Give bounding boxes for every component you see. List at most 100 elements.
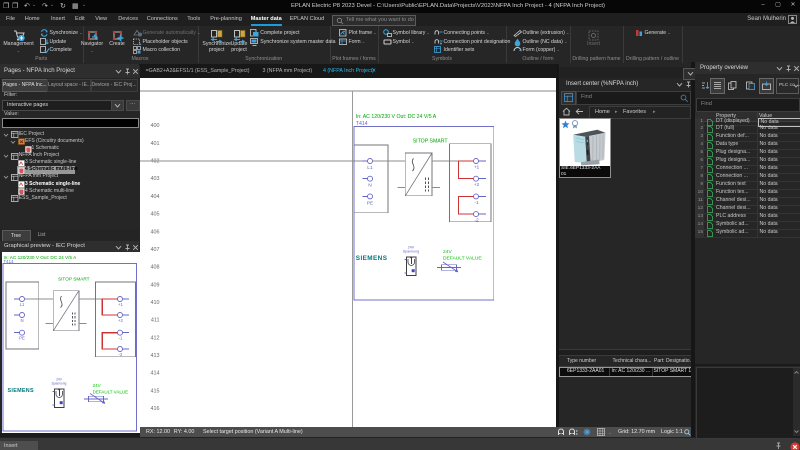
property-value-cell[interactable]: No data xyxy=(758,221,799,228)
grid-chevron-icon[interactable]: ⌄ xyxy=(608,429,612,437)
filter-dropdown[interactable]: Interactive pages xyxy=(2,100,124,111)
property-panel-pin-icon[interactable] xyxy=(785,65,792,72)
ribbon-button-management[interactable]: Management⌄ xyxy=(3,28,35,54)
quick-paste-icon[interactable]: ❐ xyxy=(12,1,18,12)
tree-item-1-schematic[interactable]: 1 Schematic xyxy=(0,145,139,152)
dismiss-error-icon[interactable] xyxy=(790,442,800,450)
pages-panel-chevron-down-icon[interactable] xyxy=(115,68,122,75)
quick-chev2[interactable]: ⌄ xyxy=(50,0,54,11)
ribbon-button-outline-extrusion-[interactable]: Outline (extrusion)⌄ xyxy=(513,29,570,37)
menu-item-connections[interactable]: Connections xyxy=(147,13,178,26)
quick-chev1[interactable]: ⌄ xyxy=(32,0,36,11)
ribbon-button-symbol[interactable]: Symbol⌄ xyxy=(383,38,415,46)
quick-undo-icon[interactable]: ↶ xyxy=(24,1,30,12)
pages-panel-pin-icon[interactable] xyxy=(124,68,131,75)
bottom-tab-list[interactable]: List xyxy=(30,230,54,241)
tree-item-4-schematic-multi-line[interactable]: 4 Schematic multi-line xyxy=(0,188,139,195)
preview-panel-pin-icon[interactable] xyxy=(124,244,131,251)
tree-expander-icon[interactable] xyxy=(10,139,16,145)
tab-close-icon[interactable]: ✕ xyxy=(372,64,377,78)
document-tab-1[interactable]: =GAB2+A2&EFS1/1 (ESS_Sample_Project) xyxy=(146,64,250,78)
window-maximize-button[interactable]: ▢ xyxy=(771,0,785,12)
property-find-input[interactable]: Find xyxy=(696,98,800,112)
value-input[interactable] xyxy=(2,118,139,128)
ribbon-button-outline-nc-data-[interactable]: Outline (NC data)⌄ xyxy=(513,38,568,46)
ribbon-button-form-copper-[interactable]: Form (copper)⌄ xyxy=(513,46,561,54)
part-tile[interactable]: SIE.6EP1333-2AA01 xyxy=(560,119,610,177)
property-value-cell[interactable]: No data xyxy=(758,229,799,236)
ribbon-button-complete[interactable]: Complete xyxy=(40,46,72,54)
document-tab-2[interactable]: 3 (NFPA mm Project) xyxy=(263,64,313,78)
home-icon[interactable] xyxy=(562,107,571,116)
panel-tab-1[interactable]: Pages - NFPA Inc... xyxy=(2,79,49,92)
breadcrumb-favorites[interactable]: Favorites xyxy=(623,107,646,118)
property-value-cell[interactable]: No data xyxy=(758,149,799,156)
property-tool-copy-icon[interactable] xyxy=(726,78,739,92)
property-tool-duplicate-icon[interactable] xyxy=(744,78,757,92)
menu-item-master-data[interactable]: Master data xyxy=(251,13,282,26)
property-value-cell[interactable]: No data xyxy=(758,213,799,220)
ribbon-button-macro-collection[interactable]: Macro collection xyxy=(133,46,180,54)
property-value-cell[interactable]: No data xyxy=(758,197,799,204)
tree-expander-icon[interactable] xyxy=(3,153,9,159)
property-value-cell[interactable]: No data xyxy=(758,173,799,180)
menu-item-file[interactable]: File xyxy=(6,13,15,26)
insert-chevron-down-icon[interactable] xyxy=(676,81,683,88)
tell-me-search[interactable]: Tell me what you want to do xyxy=(332,15,416,27)
menu-item-home[interactable]: Home xyxy=(25,13,40,26)
window-minimize-button[interactable]: – xyxy=(756,0,770,12)
menu-item-edit[interactable]: Edit xyxy=(75,13,85,26)
message-pin-icon[interactable] xyxy=(775,442,782,450)
menu-item-devices[interactable]: Devices xyxy=(118,13,138,26)
breadcrumb-home[interactable]: Home xyxy=(595,107,610,118)
quick-refresh-icon[interactable]: ↻ xyxy=(60,1,66,12)
back-arrow-icon[interactable] xyxy=(575,107,584,116)
scrollbar[interactable] xyxy=(793,368,800,436)
property-value-cell[interactable]: No data xyxy=(758,205,799,212)
document-tab-3[interactable]: 4 (NFPA Inch Project) xyxy=(323,64,374,78)
ribbon-button-plot-frame[interactable]: Plot frame⌄ xyxy=(339,29,377,37)
quick-copy-icon[interactable]: ❐ xyxy=(3,1,9,12)
menu-item-tools[interactable]: Tools xyxy=(187,13,200,26)
property-row-15[interactable]: 15Symbolic ad...No data xyxy=(695,229,800,238)
tree-item-efs-circuitry-documents-[interactable]: EFS (Circuitry documents) xyxy=(0,138,139,145)
tree-item-nfpa-inch-project[interactable]: NFPA Inch Project xyxy=(0,152,139,159)
ribbon-button-update[interactable]: Update xyxy=(40,38,67,46)
quick-chev3[interactable]: ⌄ xyxy=(82,0,86,11)
property-tool-list-icon[interactable] xyxy=(710,78,725,94)
splitter-left[interactable] xyxy=(556,64,559,427)
ribbon-button-generate[interactable]: Generate⌄ xyxy=(635,29,671,37)
property-value-cell[interactable]: No data xyxy=(758,141,799,148)
tree-item-iec-project[interactable]: IEC Project xyxy=(0,131,139,138)
window-close-button[interactable]: ✕ xyxy=(786,0,800,12)
menu-item-view[interactable]: View xyxy=(95,13,107,26)
property-value-cell[interactable]: No data xyxy=(758,157,799,164)
property-value-cell[interactable]: No data xyxy=(758,181,799,188)
ribbon-button-generate-automatically[interactable]: Generate automatically⌄ xyxy=(133,29,201,37)
panel-tab-3[interactable]: Devices - IEC Proj... xyxy=(91,79,138,92)
tree-expander-icon[interactable] xyxy=(3,174,9,180)
ribbon-button-complete-project[interactable]: Complete project xyxy=(250,29,299,37)
property-value-cell[interactable]: No data xyxy=(758,165,799,172)
ribbon-button-connection-point-designation[interactable]: Connection point designation xyxy=(434,38,511,46)
drawing-canvas[interactable]: 4004014024034044054064074084094104114124… xyxy=(140,78,556,427)
preview-panel-close-icon[interactable] xyxy=(132,244,139,251)
property-value-cell[interactable]: No data xyxy=(758,133,799,140)
filter-dropdown-arrow[interactable] xyxy=(111,101,123,110)
preview-panel-chevron-down-icon[interactable] xyxy=(115,244,122,251)
ribbon-button-identifier-sets[interactable]: Identifier sets xyxy=(434,46,475,54)
panel-tab-2[interactable]: Layout space - IE... xyxy=(47,79,91,92)
toolbar-overflow[interactable]: — xyxy=(795,83,800,89)
ribbon-button-placeholder-objects[interactable]: Placeholder objects xyxy=(133,38,188,46)
property-tool-import-icon[interactable] xyxy=(759,78,774,94)
pages-panel-close-icon[interactable] xyxy=(132,68,139,75)
tree-item-3-schematic-single-line[interactable]: 3 Schematic single-line xyxy=(0,181,139,188)
property-value-cell[interactable]: No data xyxy=(758,125,799,132)
tree-item-3-schematic-single-line[interactable]: 3 Schematic single-line xyxy=(0,159,139,166)
ribbon-button-synchronize-system-master-data[interactable]: Synchronize system master data xyxy=(250,38,335,46)
ribbon-button-form[interactable]: Form⌄ xyxy=(339,38,366,46)
tree-item-ess-sample-project[interactable]: ESS_Sample_Project xyxy=(0,195,139,202)
property-value-cell[interactable]: No data xyxy=(758,189,799,196)
menu-item-pre-planning[interactable]: Pre-planning xyxy=(210,13,242,26)
menu-item-eplan-cloud[interactable]: EPLAN Cloud xyxy=(290,13,325,26)
